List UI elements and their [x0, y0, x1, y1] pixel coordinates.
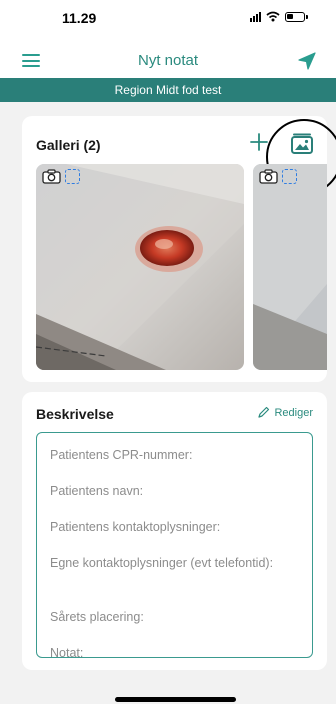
gallery-photo-2[interactable]	[253, 164, 327, 370]
wifi-icon	[266, 11, 280, 22]
select-checkbox-icon[interactable]	[282, 169, 297, 184]
name-field-label: Patientens navn:	[50, 484, 144, 498]
wound-location-field-label: Sårets placering:	[50, 610, 144, 624]
photo-2-badges	[259, 169, 297, 184]
gallery-title: Galleri (2)	[36, 137, 101, 153]
battery-tip	[306, 14, 308, 19]
description-card: Beskrivelse Rediger Patientens CPR-numme…	[22, 392, 327, 670]
note-field-label: Notat:	[50, 646, 84, 658]
send-icon[interactable]	[296, 50, 318, 72]
signal-icon	[250, 11, 261, 22]
camera-icon	[259, 169, 278, 184]
gallery-photo-1[interactable]	[36, 164, 244, 370]
page-title: Nyt notat	[137, 52, 199, 69]
status-time: 11.29	[62, 10, 97, 26]
description-title: Beskrivelse	[36, 406, 114, 422]
second-photo-image	[253, 164, 327, 370]
wound-photo-image	[36, 164, 244, 370]
status-icons	[250, 11, 308, 22]
camera-icon	[42, 169, 61, 184]
cpr-field-label: Patientens CPR-nummer:	[50, 448, 193, 462]
description-textarea[interactable]: Patientens CPR-nummer: Patientens navn: …	[36, 432, 313, 658]
home-indicator	[115, 697, 236, 702]
edit-button[interactable]: Rediger	[257, 406, 313, 419]
select-checkbox-icon[interactable]	[65, 169, 80, 184]
pencil-icon	[258, 406, 270, 418]
own-contact-field-label: Egne kontaktoplysninger (evt telefontid)…	[50, 556, 274, 570]
app-header: Nyt notat	[0, 44, 336, 78]
organization-banner: Region Midt fod test	[0, 78, 336, 102]
photo-1-badges	[42, 169, 80, 184]
status-bar: 11.29	[0, 0, 336, 44]
contact-field-label: Patientens kontaktoplysninger:	[50, 520, 221, 534]
gallery-card: Galleri (2)	[22, 116, 336, 382]
battery-icon	[285, 11, 305, 22]
edit-label: Rediger	[274, 406, 313, 419]
